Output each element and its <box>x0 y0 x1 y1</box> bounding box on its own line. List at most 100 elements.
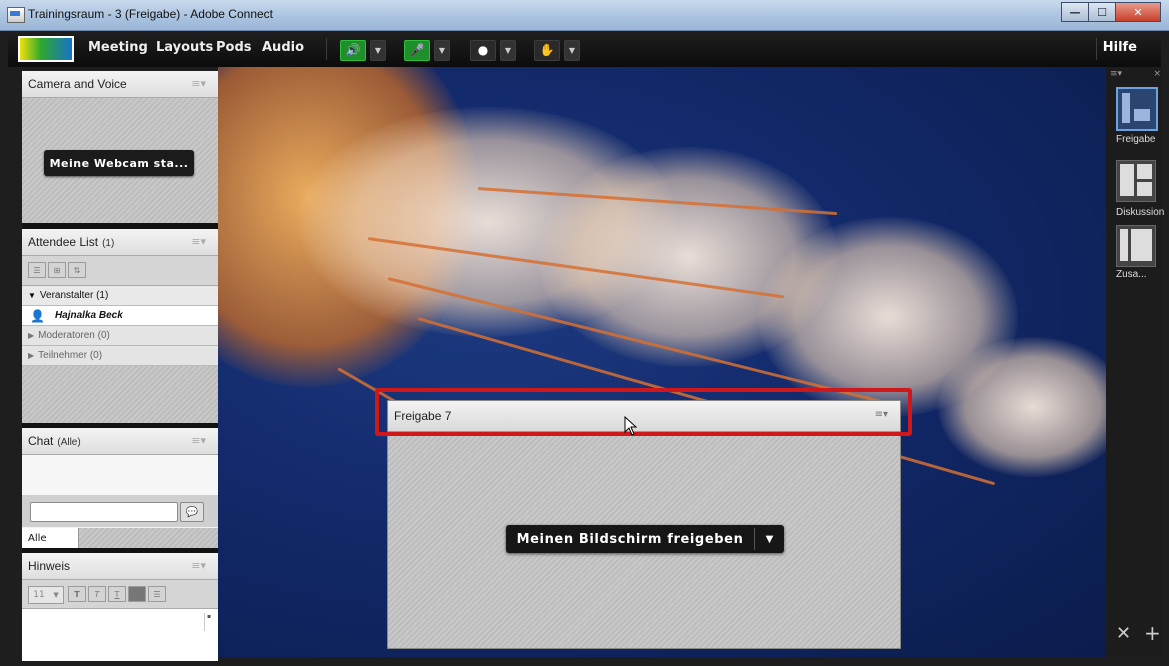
group-label: Moderatoren (0) <box>38 330 110 341</box>
list-view-icon[interactable]: ☰ <box>28 262 46 278</box>
layout-bar: ≡▾ × Freigabe Diskussion Zusa... ✕ + <box>1106 67 1164 657</box>
webcam-control: ● ▼ <box>470 39 516 61</box>
underline-icon[interactable]: T <box>108 586 126 602</box>
chat-message-input[interactable] <box>30 502 178 522</box>
collapsed-chevron-icon: ▶ <box>28 351 35 360</box>
layout-thumb-left-column <box>1122 93 1130 123</box>
scrollbar-handle[interactable]: ▪ <box>204 613 213 631</box>
attendee-view-icons: ☰ ⊞ ⇅ <box>28 262 86 278</box>
chat-recipient-tab[interactable]: Alle <box>22 528 79 548</box>
group-teilnehmer[interactable]: ▶ Teilnehmer (0) <box>22 346 218 366</box>
layout-thumb-left-column <box>1120 164 1134 196</box>
layout-thumbnail-zusammenarbeit[interactable] <box>1116 225 1156 267</box>
window-title: Trainingsraum - 3 (Freigabe) - Adobe Con… <box>28 7 274 21</box>
raise-hand-icon[interactable]: ✋ <box>534 39 560 61</box>
camera-voice-pod: Camera and Voice ≡▾ Meine Webcam sta... <box>22 71 218 223</box>
host-user-icon: 👤 <box>30 308 45 323</box>
sort-icon[interactable]: ⇅ <box>68 262 86 278</box>
chat-pod-header: Chat (Alle) ≡▾ <box>22 428 218 455</box>
collapsed-chevron-icon: ▶ <box>28 331 35 340</box>
layout-thumb-share-area <box>1134 109 1150 121</box>
layout-bar-close-icon[interactable]: × <box>1153 69 1161 79</box>
menu-help[interactable]: Hilfe <box>1103 40 1137 55</box>
menu-meeting[interactable]: Meeting <box>88 40 148 55</box>
attendee-view-toolbar: ☰ ⊞ ⇅ <box>22 256 218 286</box>
jellyfish-tentacles <box>938 337 1106 477</box>
speaker-icon[interactable]: 🔊 <box>340 39 366 61</box>
start-webcam-button[interactable]: Meine Webcam sta... <box>44 150 194 176</box>
layout-label-zusammenarbeit[interactable]: Zusa... <box>1116 269 1147 280</box>
attendee-count: (1) <box>102 238 115 249</box>
chat-tab-strip <box>79 528 218 548</box>
chat-scope: (Alle) <box>57 437 81 448</box>
share-options-chevron-icon[interactable]: ▼ <box>755 525 784 553</box>
chat-pod: Chat (Alle) ≡▾ 💬 Alle <box>22 428 218 548</box>
notes-format-toolbar: 11 ▼ T T T ☰ <box>22 580 218 609</box>
text-color-icon[interactable] <box>128 586 146 602</box>
adobe-connect-app-icon <box>7 7 25 23</box>
maximize-button[interactable]: ☐ <box>1088 2 1116 22</box>
attendee-name: Hajnalka Beck <box>54 310 123 321</box>
group-veranstalter[interactable]: ▼ Veranstalter (1) <box>22 286 218 306</box>
chevron-down-icon: ▼ <box>53 591 59 599</box>
group-moderatoren[interactable]: ▶ Moderatoren (0) <box>22 326 218 346</box>
chat-pod-title: Chat (Alle) <box>28 434 81 448</box>
camera-voice-pod-title: Camera and Voice <box>28 77 127 91</box>
font-size-value: 11 <box>33 590 45 600</box>
speaker-dropdown-chevron-icon[interactable]: ▼ <box>370 39 386 61</box>
microphone-icon[interactable]: 🎤 <box>404 39 430 61</box>
menubar-separator <box>326 38 327 60</box>
layout-thumbnail-diskussion[interactable] <box>1116 160 1156 202</box>
layout-thumbnail-freigabe[interactable] <box>1116 87 1158 131</box>
share-screen-button-group: Meinen Bildschirm freigeben ▼ <box>506 525 784 553</box>
notes-pod-header: Hinweis ≡▾ <box>22 553 218 580</box>
layout-label-diskussion[interactable]: Diskussion <box>1116 207 1164 218</box>
bold-icon[interactable]: T <box>68 586 86 602</box>
highlight-annotation <box>375 388 912 436</box>
camera-voice-pod-header: Camera and Voice ≡▾ <box>22 71 218 98</box>
microphone-dropdown-chevron-icon[interactable]: ▼ <box>434 39 450 61</box>
mouse-cursor-icon <box>624 416 638 436</box>
menubar-separator-right <box>1096 38 1097 60</box>
layout-thumb-top-area <box>1137 164 1152 179</box>
minimize-button[interactable]: — <box>1061 2 1089 22</box>
share-pod: Freigabe 7 ≡▾ Meinen Bildschirm freigebe… <box>387 400 901 649</box>
pod-menu-icon[interactable]: ≡▾ <box>191 235 206 248</box>
pod-menu-icon[interactable]: ≡▾ <box>191 77 206 90</box>
pod-menu-icon[interactable]: ≡▾ <box>191 559 206 572</box>
add-layout-icon[interactable]: + <box>1144 621 1161 645</box>
notes-pod: Hinweis ≡▾ 11 ▼ T T T ☰ ▪ <box>22 553 218 661</box>
speaker-control: 🔊 ▼ <box>340 39 386 61</box>
share-my-screen-button[interactable]: Meinen Bildschirm freigeben <box>506 525 754 553</box>
send-message-icon[interactable]: 💬 <box>180 502 204 522</box>
webcam-dropdown-chevron-icon[interactable]: ▼ <box>500 39 516 61</box>
expanded-chevron-icon: ▼ <box>28 291 36 300</box>
menu-pods[interactable]: Pods <box>216 40 252 55</box>
pod-menu-icon[interactable]: ≡▾ <box>191 434 206 447</box>
chat-messages-area <box>22 455 218 495</box>
menu-bar: Meeting Layouts Pods Audio 🔊 ▼ 🎤 ▼ ● ▼ ✋… <box>8 31 1161 67</box>
microphone-control: 🎤 ▼ <box>404 39 450 61</box>
notes-pod-title: Hinweis <box>28 559 71 573</box>
raise-hand-control: ✋ ▼ <box>534 39 580 61</box>
attendee-list-pod-header: Attendee List (1) ≡▾ <box>22 229 218 256</box>
bullet-list-icon[interactable]: ☰ <box>148 586 166 602</box>
tools-icon[interactable]: ✕ <box>1116 623 1131 644</box>
window-controls: — ☐ ✕ <box>1061 2 1161 22</box>
layout-label-freigabe[interactable]: Freigabe <box>1116 134 1155 145</box>
title-bar: Trainingsraum - 3 (Freigabe) - Adobe Con… <box>0 0 1169 31</box>
menu-audio[interactable]: Audio <box>262 40 304 55</box>
font-size-select[interactable]: 11 ▼ <box>28 586 64 604</box>
italic-icon[interactable]: T <box>88 586 106 602</box>
group-label: Veranstalter (1) <box>39 290 109 301</box>
status-dropdown-chevron-icon[interactable]: ▼ <box>564 39 580 61</box>
attendee-row[interactable]: 👤 Hajnalka Beck <box>22 306 218 326</box>
notes-format-icons: T T T ☰ <box>68 586 166 602</box>
layout-bar-menu-icon[interactable]: ≡▾ <box>1110 69 1122 79</box>
menu-layouts[interactable]: Layouts <box>156 40 213 55</box>
notes-text-area[interactable] <box>22 609 218 661</box>
group-label: Teilnehmer (0) <box>38 350 103 361</box>
grid-view-icon[interactable]: ⊞ <box>48 262 66 278</box>
close-button[interactable]: ✕ <box>1115 2 1161 22</box>
webcam-icon[interactable]: ● <box>470 39 496 61</box>
